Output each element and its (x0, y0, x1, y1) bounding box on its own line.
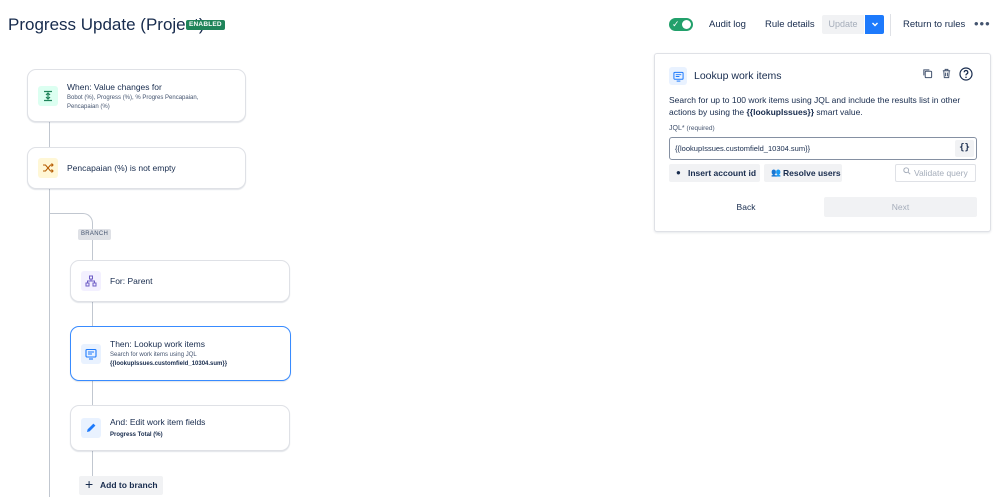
trigger-subtitle: Bobot (%), Progress (%), % Progres Penca… (67, 95, 199, 110)
audit-log-button[interactable]: Audit log (709, 19, 746, 30)
pencil-icon (81, 418, 101, 438)
branch-for-card[interactable]: For: Parent (70, 260, 290, 302)
panel-title: Lookup work items (694, 70, 782, 82)
condition-title: Pencapaian (%) is not empty (67, 163, 176, 173)
lookup-icon (81, 344, 101, 364)
chevron-down-icon (871, 22, 878, 27)
connector-line (92, 240, 93, 261)
jql-label: JQL* (required) (669, 125, 715, 132)
connector-line (49, 121, 50, 148)
smart-value-button[interactable]: {} (955, 140, 974, 157)
enable-toggle[interactable]: ✓ (669, 18, 693, 31)
lookup-icon (669, 67, 687, 85)
copy-button[interactable] (922, 68, 933, 82)
add-to-branch-label: Add to branch (100, 480, 158, 490)
rule-details-button[interactable]: Rule details (765, 19, 815, 30)
header-divider (890, 14, 891, 36)
search-icon (903, 165, 911, 181)
connector-line (49, 188, 50, 497)
connector-curve (80, 213, 93, 229)
jql-input[interactable]: {{lookupIssues.customfield_10304.sum}} (669, 137, 977, 160)
value-change-icon (38, 86, 58, 106)
return-to-rules-button[interactable]: Return to rules (903, 19, 965, 30)
edit-title: And: Edit work item fields (110, 417, 206, 427)
panel-description: Search for up to 100 work items using JQ… (669, 95, 961, 117)
lookup-title: Then: Lookup work items (110, 339, 205, 349)
more-actions-button[interactable]: ••• (974, 16, 991, 31)
branch-label: BRANCH (78, 229, 112, 240)
help-button[interactable] (959, 67, 973, 84)
page-title: Progress Update (Project) (8, 15, 205, 34)
lookup-subtitle: Search for work items using JQL (110, 352, 197, 358)
condition-card[interactable]: Pencapaian (%) is not empty (27, 147, 246, 189)
add-to-branch-button[interactable]: + Add to branch (79, 476, 163, 495)
delete-button[interactable] (941, 68, 952, 82)
more-icon: ••• (974, 16, 991, 31)
connector-line (49, 213, 82, 214)
toggle-knob (682, 20, 691, 29)
shuffle-icon (38, 158, 58, 178)
trash-icon (942, 68, 951, 79)
trigger-title: When: Value changes for (67, 82, 162, 92)
trigger-card[interactable]: When: Value changes for Bobot (%), Progr… (27, 69, 246, 122)
hierarchy-icon (81, 271, 101, 291)
insert-account-id-button[interactable]: ● Insert account id (669, 164, 760, 182)
plus-icon: + (85, 476, 94, 492)
back-button[interactable]: Back (669, 197, 823, 217)
lookup-config-panel: Lookup work items Search for up to 100 w… (654, 53, 991, 232)
lookup-value: {{lookupIssues.customfield_10304.sum}} (110, 361, 228, 367)
update-button[interactable]: Update (822, 15, 864, 34)
resolve-users-button[interactable]: 👥 Resolve users (764, 164, 842, 182)
help-icon (959, 67, 973, 81)
copy-icon (923, 69, 933, 79)
edit-value: Progress Total (%) (110, 432, 163, 438)
users-icon: 👥 (771, 168, 781, 177)
next-button[interactable]: Next (824, 197, 977, 217)
user-icon: ● (676, 168, 681, 177)
connector-line (92, 450, 93, 476)
validate-query-button[interactable]: Validate query (895, 164, 976, 182)
connector-line (92, 301, 93, 327)
connector-line (92, 380, 93, 406)
update-dropdown-button[interactable] (865, 15, 884, 34)
lookup-card[interactable]: Then: Lookup work items Search for work … (70, 326, 291, 381)
branch-for-title: For: Parent (110, 276, 153, 286)
check-icon: ✓ (672, 19, 680, 29)
edit-card[interactable]: And: Edit work item fields Progress Tota… (70, 405, 290, 451)
status-badge: ENABLED (186, 20, 225, 30)
